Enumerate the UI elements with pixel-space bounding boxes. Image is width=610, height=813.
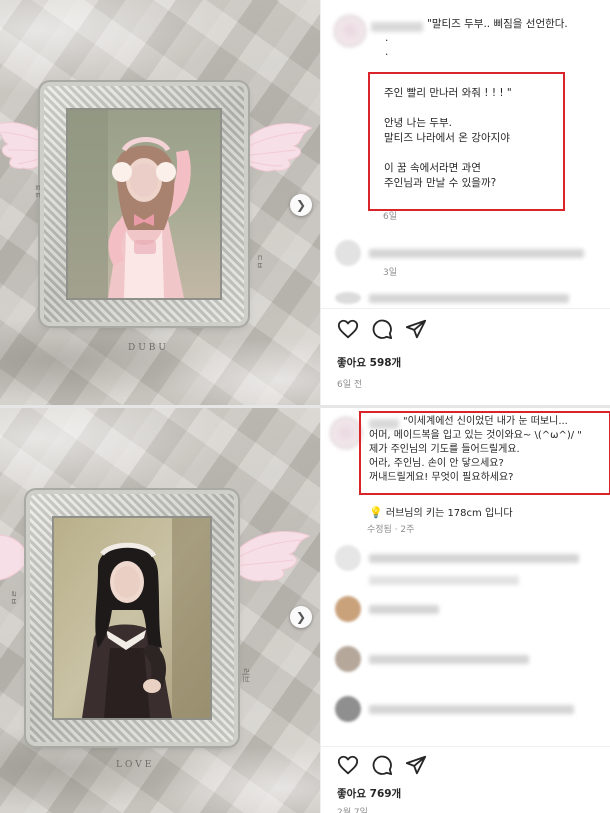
- comment-text-redacted: [369, 655, 529, 664]
- highlight-text-line: "이세계에선 신이었던 내가 눈 떠보니...: [403, 416, 568, 427]
- caption-timestamp: 6일: [383, 212, 398, 222]
- highlight-text-line: 이 꿈 속에서라면 과연: [384, 162, 481, 174]
- heart-icon[interactable]: [337, 754, 359, 776]
- highlight-text-line: 안녕 나는 두부.: [384, 117, 452, 129]
- highlight-text-line: 어라, 주인님. 손이 안 닿으세요?: [369, 458, 504, 469]
- commenter-avatar[interactable]: [335, 292, 361, 304]
- post-timestamp: 2월 7일: [337, 808, 368, 813]
- highlight-text-line: [384, 101, 512, 116]
- comment-row: [335, 574, 610, 588]
- post-image[interactable]: DUBU ㅌㅌ ㄷㅂ ❯: [0, 0, 320, 405]
- framed-photo: [52, 516, 212, 720]
- highlight-text-line: 말티즈 나라에서 온 강아지야: [384, 132, 510, 144]
- framed-photo: [66, 108, 222, 300]
- comment-row: [335, 696, 610, 724]
- comment-row: [335, 240, 610, 268]
- comment-row: [335, 545, 610, 573]
- comment-text-redacted: [369, 605, 439, 614]
- commenter-avatar[interactable]: [335, 545, 361, 571]
- action-bar: [337, 754, 427, 776]
- chevron-right-icon: ❯: [295, 198, 307, 212]
- post-timestamp: 6일 전: [337, 380, 363, 390]
- frame-caption: DUBU: [128, 343, 169, 353]
- comment-text-redacted: [369, 294, 569, 303]
- highlight-text-line: 제가 주인님의 기도를 들어드릴게요.: [369, 444, 520, 455]
- like-count[interactable]: 좋아요 769개: [337, 786, 401, 801]
- caption-line: .: [385, 46, 389, 58]
- commenter-avatar[interactable]: [335, 696, 361, 722]
- comment-text-redacted: [369, 705, 574, 714]
- info-text: 러브님의 키는 178cm 입니다: [385, 508, 513, 519]
- like-count[interactable]: 좋아요 598개: [337, 355, 401, 370]
- caption-line: "말티즈 두부.. 삐짐을 선언한다.: [427, 18, 568, 30]
- ornate-photo-frame: [44, 86, 244, 322]
- ornate-photo-frame: [30, 494, 234, 742]
- highlight-text-line: 주인님과 만날 수 있을까?: [384, 177, 497, 189]
- frame-side-text-left: ㅌㅌ: [32, 184, 42, 199]
- commenter-avatar[interactable]: [335, 596, 361, 622]
- chevron-right-icon: ❯: [295, 610, 307, 624]
- next-image-button[interactable]: ❯: [290, 606, 312, 628]
- frame-side-text-left: ㄹㅂ: [8, 590, 18, 605]
- comment-row: [335, 292, 610, 304]
- frame-side-text-right: ㄷㅂ: [254, 254, 264, 269]
- commenter-avatar[interactable]: [335, 646, 361, 672]
- highlight-text-line: [384, 146, 512, 161]
- highlight-text-line: 꺼내드릴게요! 무엇이 필요하세요?: [369, 472, 514, 483]
- comment-icon[interactable]: [371, 318, 393, 340]
- post-2: LOVE ㄹㅂ 러브 ❯ "이세계에선 신이었던 내가 눈 떠보니... 어머,…: [0, 408, 610, 813]
- post-image[interactable]: LOVE ㄹㅂ 러브 ❯: [0, 408, 320, 813]
- share-icon[interactable]: [405, 754, 427, 776]
- frame-side-text-right: 러브: [240, 668, 250, 683]
- frame-caption: LOVE: [116, 760, 155, 770]
- heart-icon[interactable]: [337, 318, 359, 340]
- action-bar: [337, 318, 427, 340]
- comment-row: [335, 596, 610, 624]
- lightbulb-icon: 💡: [369, 506, 383, 519]
- share-icon[interactable]: [405, 318, 427, 340]
- comment-row: [335, 646, 610, 674]
- next-image-button[interactable]: ❯: [290, 194, 312, 216]
- author-username[interactable]: [371, 22, 423, 32]
- edited-label: 수정됨 · 2주: [367, 525, 415, 535]
- highlight-box: 주인 빨리 만나러 와줘 ! ! ! " 안녕 나는 두부. 말티즈 나라에서 …: [368, 72, 565, 211]
- post-details: "이세계에선 신이었던 내가 눈 떠보니... 어머, 메이드복을 입고 있는 …: [320, 408, 610, 813]
- comment-timestamp: 3일: [383, 268, 398, 278]
- right-wing-decoration: [236, 118, 312, 178]
- author-avatar[interactable]: [329, 416, 363, 450]
- author-username[interactable]: [369, 419, 399, 429]
- highlight-text-line: 어머, 메이드복을 입고 있는 것이와요~ \(^ω^)/ ": [369, 430, 582, 441]
- post-details: "말티즈 두부.. 삐짐을 선언한다. . . 주인 빨리 만나러 와줘 ! !…: [320, 0, 610, 405]
- comment-text-redacted: [369, 576, 519, 585]
- caption-line: .: [385, 32, 389, 44]
- author-avatar[interactable]: [333, 14, 367, 48]
- right-wing-decoration: [228, 526, 310, 588]
- post-1: DUBU ㅌㅌ ㄷㅂ ❯ "말티즈 두부.. 삐짐을 선언한다. . . 주인 …: [0, 0, 610, 405]
- comment-text-redacted: [369, 249, 584, 258]
- divider: [321, 308, 610, 309]
- comment-icon[interactable]: [371, 754, 393, 776]
- left-wing-decoration: [0, 530, 30, 584]
- info-line: 💡 러브님의 키는 178cm 입니다: [369, 504, 513, 519]
- comment-text-redacted: [369, 554, 579, 563]
- highlight-text-line: 주인 빨리 만나러 와줘 ! ! ! ": [384, 87, 512, 99]
- divider: [321, 746, 610, 747]
- commenter-avatar[interactable]: [335, 240, 361, 266]
- highlight-box: "이세계에선 신이었던 내가 눈 떠보니... 어머, 메이드복을 입고 있는 …: [359, 411, 610, 495]
